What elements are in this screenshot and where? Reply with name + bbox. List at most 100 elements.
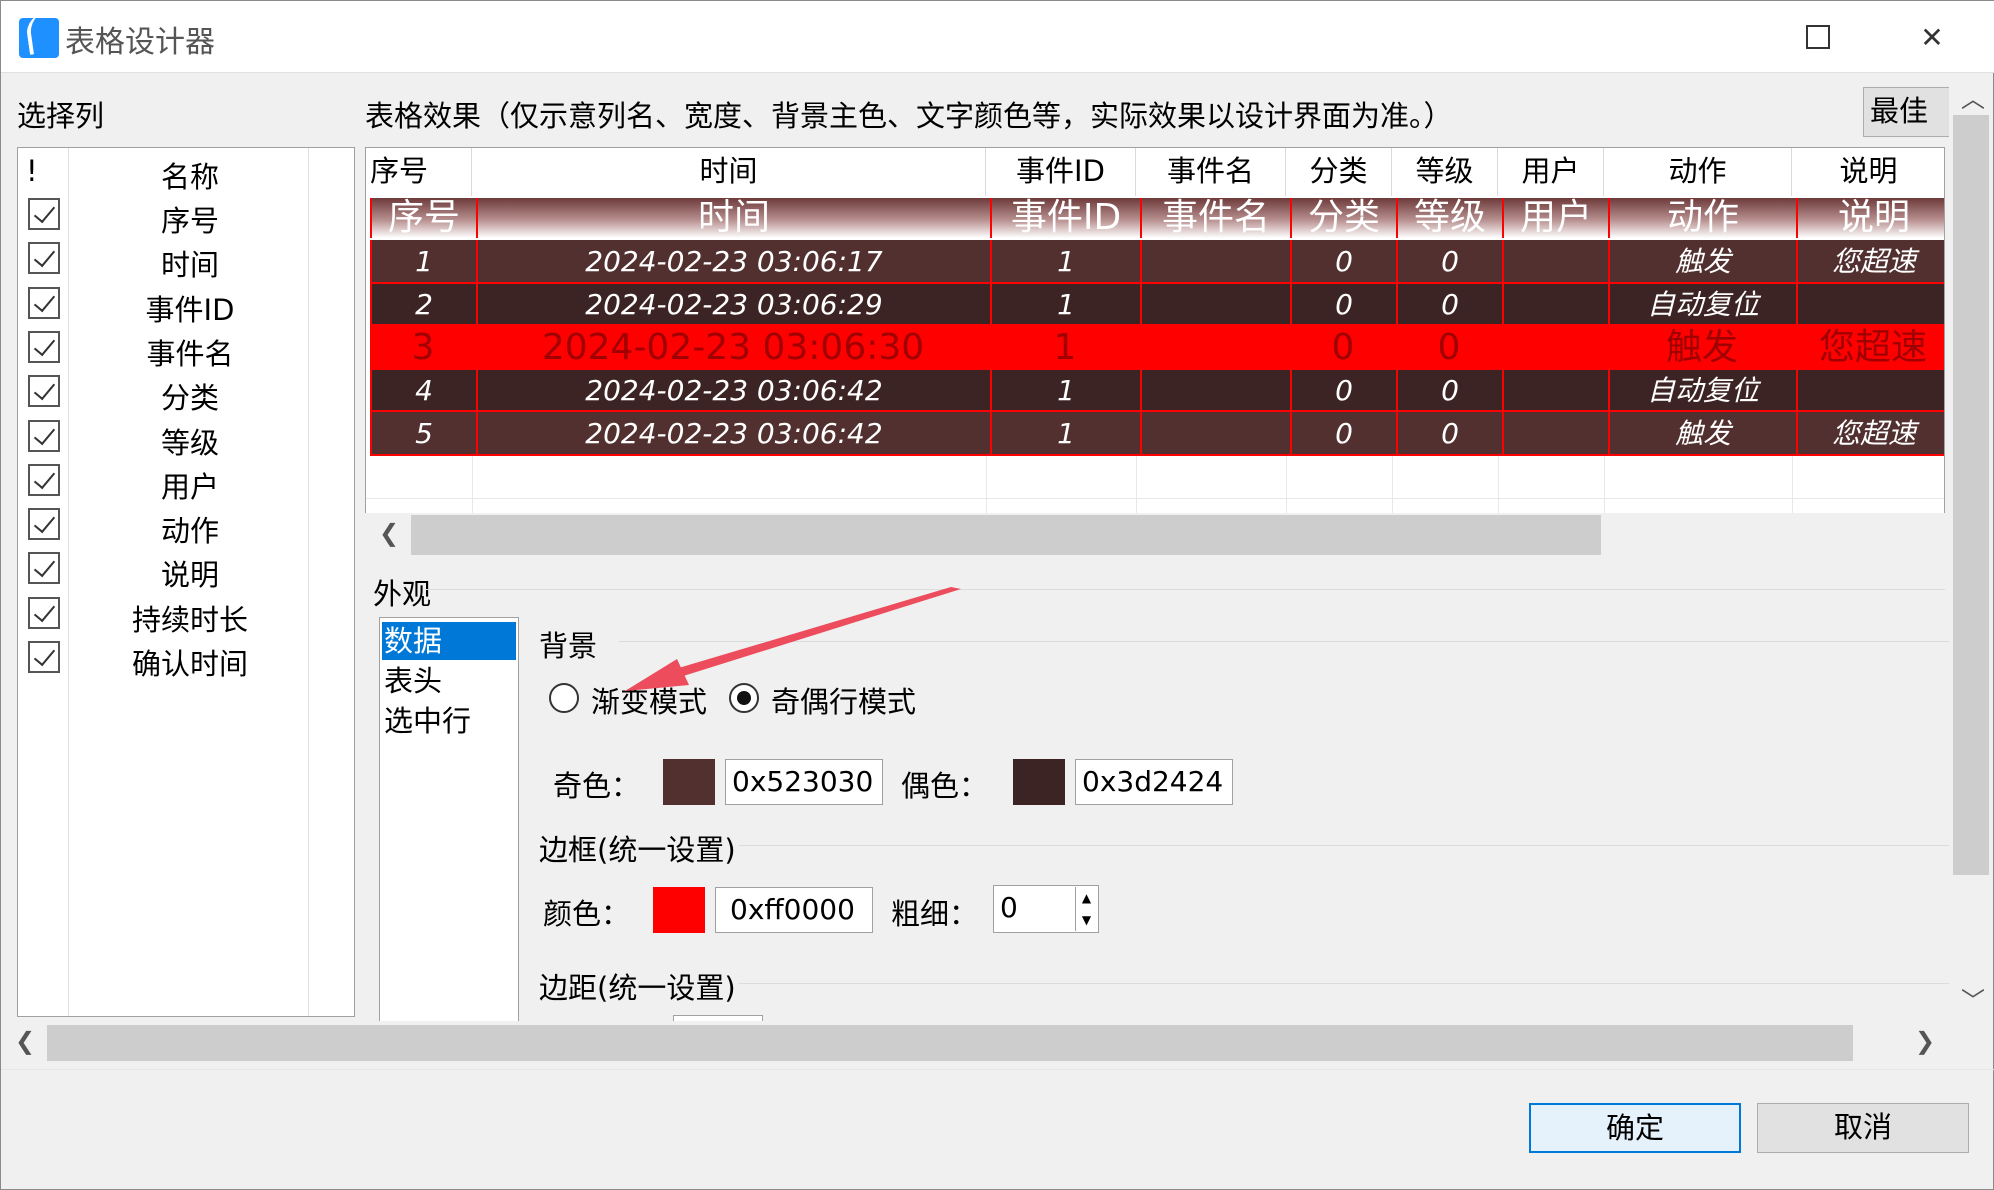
grid-header-cell[interactable]: 时间 — [472, 148, 986, 196]
table-cell: 您超速 — [1796, 240, 1944, 284]
thickness-label: 粗细： — [891, 897, 979, 931]
category-header[interactable]: 表头 — [382, 662, 516, 700]
scroll-left-icon[interactable]: ❮ — [15, 1027, 35, 1055]
column-list-item[interactable]: 等级 — [18, 414, 356, 460]
column-list-item[interactable]: 说明 — [18, 546, 356, 592]
odd-color-swatch[interactable] — [663, 759, 715, 805]
column-list-item[interactable]: 分类 — [18, 369, 356, 415]
grid-header-cell[interactable]: 用户 — [1498, 148, 1604, 196]
column-checkbox[interactable] — [28, 419, 60, 452]
category-data[interactable]: 数据 — [382, 622, 516, 660]
column-checkbox[interactable] — [28, 198, 60, 230]
column-list-item[interactable]: 事件ID — [18, 281, 356, 327]
preview-header-cell: 用户 — [1502, 198, 1608, 238]
close-button[interactable] — [1877, 1, 1987, 73]
appearance-category-list[interactable]: 数据 表头 选中行 — [379, 617, 519, 1037]
table-cell — [1502, 240, 1608, 284]
table-cell — [1502, 412, 1608, 456]
column-checkbox[interactable] — [28, 641, 60, 673]
column-checkbox[interactable] — [28, 552, 60, 585]
even-color-swatch[interactable] — [1013, 759, 1065, 805]
grid-header-cell[interactable]: 动作 — [1604, 148, 1792, 196]
scroll-down-icon[interactable]: ﹀ — [1961, 981, 1985, 1016]
border-color-label: 颜色： — [543, 897, 631, 931]
column-name: 事件ID — [145, 292, 235, 327]
table-cell — [1502, 326, 1608, 370]
column-list-item[interactable]: 时间 — [18, 236, 356, 282]
table-cell: 2024-02-23 03:06:29 — [476, 284, 990, 326]
table-cell: 自动复位 — [1608, 370, 1796, 412]
column-checkbox[interactable] — [28, 286, 60, 319]
maximize-button[interactable] — [1763, 1, 1873, 73]
category-selected-row[interactable]: 选中行 — [382, 702, 516, 740]
scroll-up-icon[interactable]: ︿ — [1961, 79, 1985, 114]
preview-header-cell: 事件ID — [990, 198, 1140, 238]
grid-header-cell[interactable]: 事件ID — [986, 148, 1136, 196]
scroll-right-icon[interactable]: ❯ — [1915, 1027, 1935, 1055]
column-checkbox[interactable] — [28, 463, 60, 496]
column-list-item[interactable]: 确认时间 — [18, 635, 356, 681]
table-cell: 您超速 — [1796, 326, 1944, 370]
grid-divider — [366, 498, 1944, 499]
table-cell: 4 — [370, 370, 476, 412]
scrollbar-thumb[interactable] — [1953, 115, 1989, 875]
ok-button[interactable]: 确定 — [1529, 1103, 1741, 1153]
divider — [739, 983, 1953, 984]
column-list-item[interactable]: 动作 — [18, 502, 356, 548]
border-section-title: 边框(统一设置) — [539, 833, 736, 867]
table-preview: 序号 时间 事件ID 事件名 分类 等级 用户 动作 说明 序号 时间 事件ID 事件名 分类 等级 用户 动作… — [365, 147, 1945, 557]
column-name: 动作 — [160, 514, 219, 549]
odd-color-input[interactable]: 0x523030 — [725, 759, 883, 805]
column-list[interactable]: ! 名称 序号 时间 事件ID 事件名 分类 等级 用户 动作 说明 持续时长 确认时间 — [17, 147, 355, 1017]
column-checkbox[interactable] — [28, 330, 60, 363]
table-cell: 1 — [990, 240, 1140, 284]
table-cell — [1502, 370, 1608, 412]
column-checkbox[interactable] — [28, 375, 60, 408]
grid-header-cell[interactable]: 说明 — [1792, 148, 1944, 196]
table-cell: 触发 — [1608, 412, 1796, 456]
thickness-spin-up[interactable]: ▲ — [1075, 887, 1097, 909]
thickness-spin-down[interactable]: ▼ — [1075, 909, 1097, 931]
main-horizontal-scrollbar[interactable]: ❮ ❯ — [1, 1021, 1949, 1065]
table-cell: 2024-02-23 03:06:17 — [476, 240, 990, 284]
table-cell: 触发 — [1608, 326, 1796, 370]
column-checkbox[interactable] — [28, 242, 60, 275]
column-list-item[interactable]: 用户 — [18, 458, 356, 504]
best-fit-button[interactable]: 最佳列 — [1863, 87, 1953, 137]
scroll-left-icon[interactable]: ❮ — [379, 519, 399, 547]
column-checkbox[interactable] — [28, 508, 60, 541]
grid-header-cell[interactable]: 序号 — [366, 148, 472, 196]
window-title: 表格设计器 — [65, 25, 215, 60]
column-list-item[interactable]: 序号 — [18, 192, 356, 238]
grid-header-cell[interactable]: 分类 — [1286, 148, 1392, 196]
scrollbar-thumb[interactable] — [411, 515, 1601, 555]
cancel-button[interactable]: 取消 — [1757, 1103, 1969, 1153]
column-checkbox[interactable] — [28, 596, 60, 629]
preview-header-cell: 时间 — [476, 198, 990, 238]
preview-horizontal-scrollbar[interactable]: ❮ — [365, 513, 1945, 557]
even-color-input[interactable]: 0x3d2424 — [1075, 759, 1233, 805]
gradient-mode-radio[interactable] — [549, 683, 579, 713]
border-color-swatch[interactable] — [653, 887, 705, 933]
table-cell: 5 — [370, 412, 476, 456]
column-name: 分类 — [160, 381, 219, 416]
border-color-input[interactable]: 0xff0000 — [715, 887, 873, 933]
select-columns-label: 选择列 — [17, 99, 105, 133]
main-vertical-scrollbar[interactable]: ︿ ﹀ — [1949, 75, 1993, 1021]
column-list-item[interactable]: 事件名 — [18, 325, 356, 371]
table-cell: 1 — [990, 370, 1140, 412]
table-cell: 1 — [990, 412, 1140, 456]
grid-header-cell[interactable]: 等级 — [1392, 148, 1498, 196]
preview-label: 表格效果（仅示意列名、宽度、背景主色、文字颜色等，实际效果以设计界面为准。） — [365, 99, 1453, 133]
scrollbar-thumb[interactable] — [47, 1025, 1853, 1061]
table-cell: 您超速 — [1796, 412, 1944, 456]
grid-header-cell[interactable]: 事件名 — [1136, 148, 1286, 196]
column-list-item[interactable]: 持续时长 — [18, 591, 356, 637]
column-name: 用户 — [160, 469, 219, 504]
table-cell: 3 — [370, 326, 476, 370]
table-cell: 0 — [1290, 326, 1396, 370]
table-cell: 自动复位 — [1608, 284, 1796, 326]
table-cell: 触发 — [1608, 240, 1796, 284]
appearance-label: 外观 — [373, 577, 432, 611]
table-cell: 1 — [990, 326, 1140, 370]
